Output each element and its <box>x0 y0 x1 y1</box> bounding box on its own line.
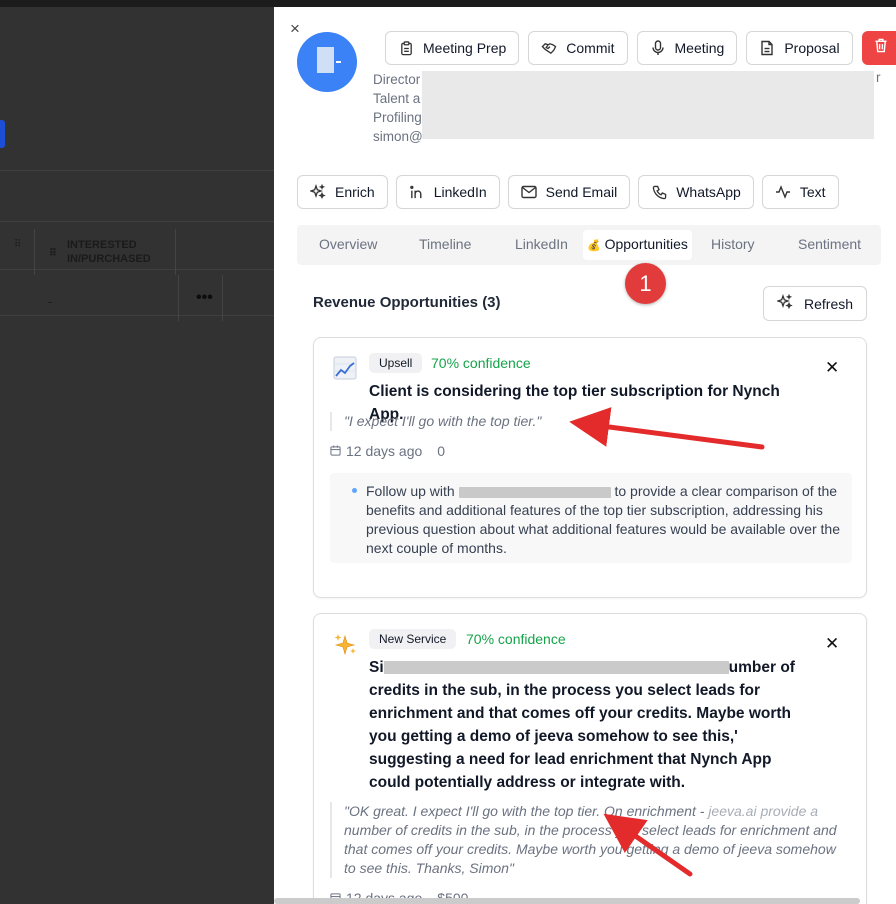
arrow-to-quote <box>569 407 765 450</box>
annotation-arrows <box>569 407 765 877</box>
arrow-to-quote <box>603 813 693 877</box>
